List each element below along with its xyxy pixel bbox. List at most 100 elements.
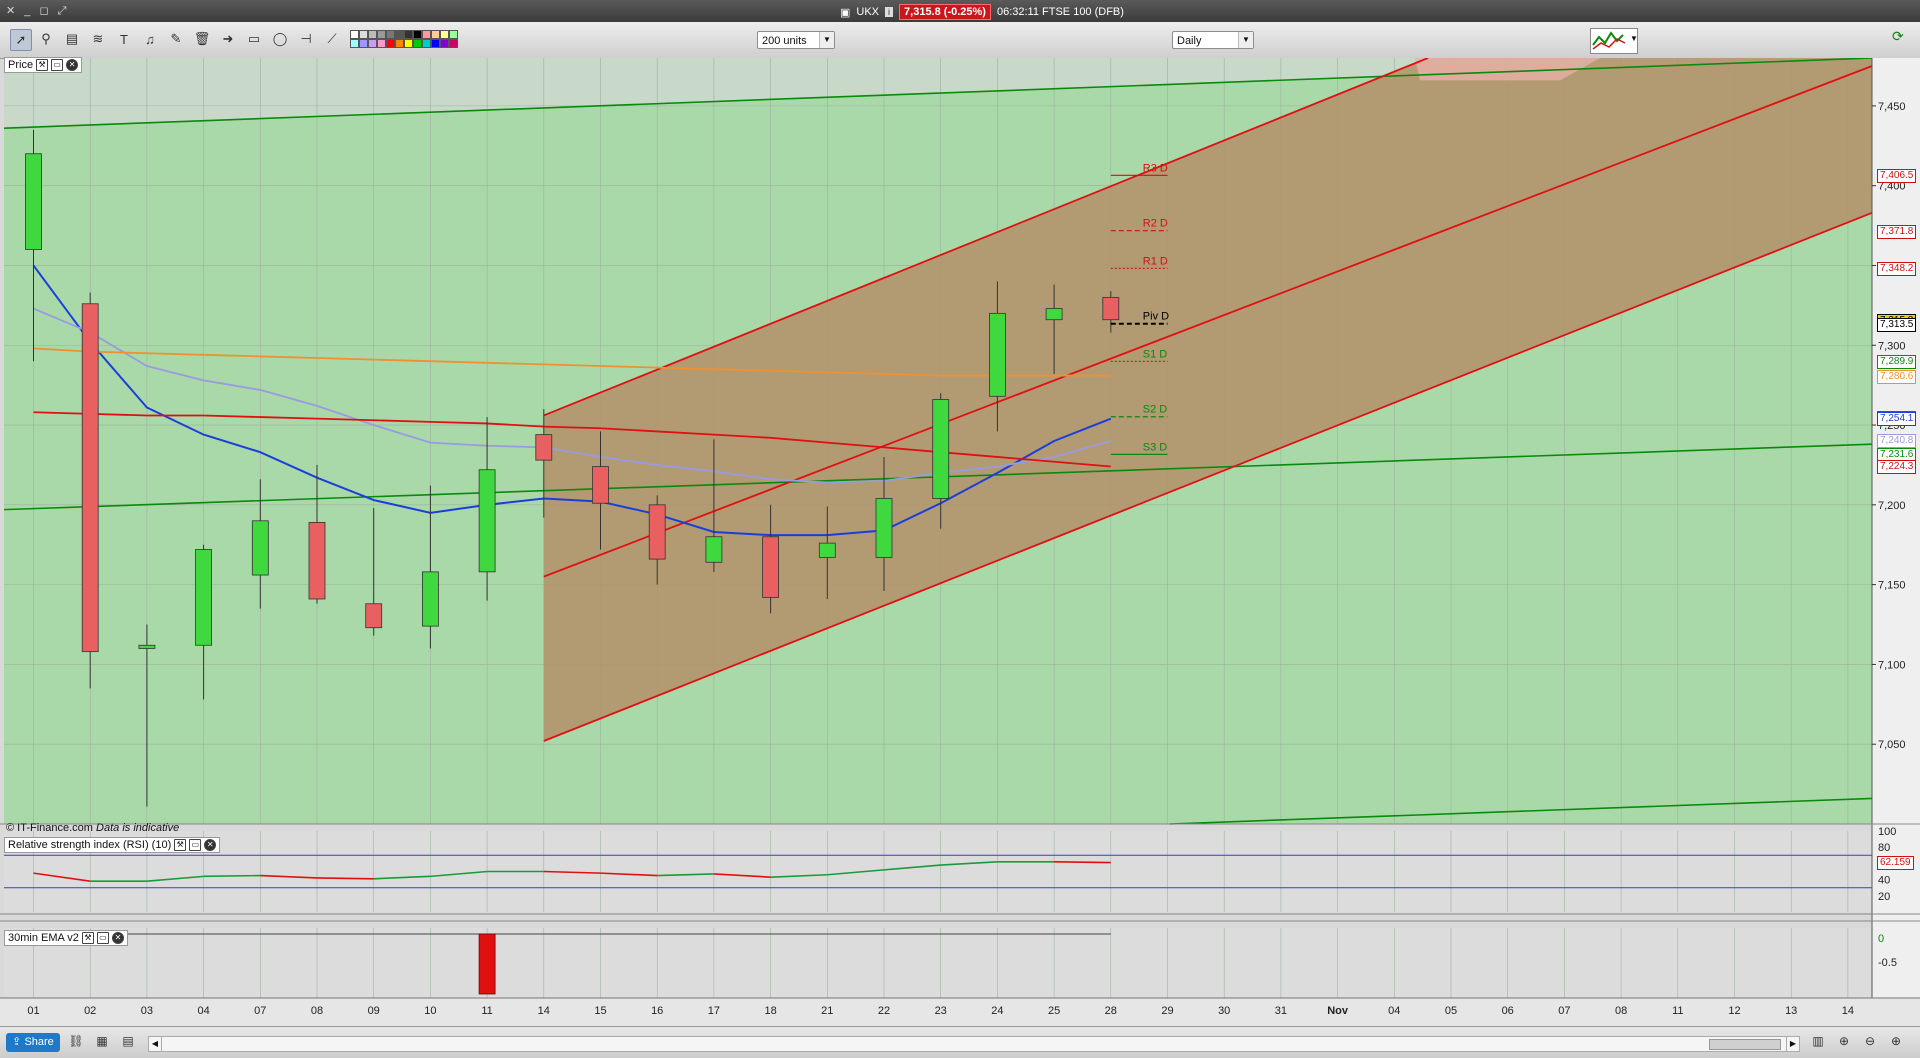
hammer-tool-icon[interactable]: ✎ xyxy=(166,29,186,49)
maximize-icon[interactable]: ▭ xyxy=(51,59,64,71)
chart-type-icon xyxy=(1592,31,1626,50)
color-swatch[interactable] xyxy=(368,39,377,48)
color-swatch[interactable] xyxy=(377,30,386,39)
price-panel-label: Price ⚒ ▭ ✕ xyxy=(4,57,83,73)
chevron-down-icon[interactable]: ▼ xyxy=(1630,34,1638,43)
color-swatch[interactable] xyxy=(368,30,377,39)
chart-svg[interactable]: R3 DR2 DR1 DPiv DS1 DS2 DS3 D7,4507,4007… xyxy=(0,57,1920,1026)
rsi-tick-label: 100 xyxy=(1878,826,1896,838)
units-select[interactable]: 200 units ▼ xyxy=(757,31,835,49)
refresh-icon[interactable]: ⟳ xyxy=(1892,28,1912,52)
time-axis-label: 04 xyxy=(197,1005,209,1017)
wrench-icon[interactable]: ⚒ xyxy=(81,932,94,944)
time-axis-label: 12 xyxy=(1728,1005,1740,1017)
price-axis-badge: 7,280.6 xyxy=(1877,370,1917,385)
up-candle xyxy=(25,153,42,250)
up-candle xyxy=(478,469,496,573)
color-swatch[interactable] xyxy=(395,39,404,48)
color-swatch[interactable] xyxy=(422,39,431,48)
color-swatch[interactable] xyxy=(422,30,431,39)
wrench-icon[interactable]: ⚒ xyxy=(36,59,49,71)
text-tool-icon[interactable]: T xyxy=(114,29,134,49)
share-button[interactable]: ⇪ Share xyxy=(6,1033,60,1052)
info-icon[interactable]: i xyxy=(885,7,894,17)
ema-panel-label: 30min EMA v2 ⚒ ▭ ✕ xyxy=(4,930,128,946)
color-swatch[interactable] xyxy=(449,30,458,39)
copyright-note: © IT-Finance.com Data is indicative xyxy=(6,822,179,834)
color-swatch[interactable] xyxy=(413,39,422,48)
indicative-text: Data is indicative xyxy=(96,822,180,834)
zoom-out-icon[interactable]: ⊖ xyxy=(1862,1033,1878,1049)
up-candle xyxy=(1045,308,1063,321)
time-axis-label: 02 xyxy=(84,1005,96,1017)
trash-icon[interactable]: 🗑 xyxy=(192,29,212,49)
close-icon[interactable]: ✕ xyxy=(204,839,217,851)
color-swatch[interactable] xyxy=(413,30,422,39)
scroll-left-icon[interactable]: ◀ xyxy=(149,1037,162,1051)
arrow-tool-icon[interactable]: ➜ xyxy=(218,29,238,49)
pointer-tool-icon[interactable]: ➚ xyxy=(10,29,32,51)
down-candle xyxy=(592,466,609,504)
ellipse-tool-icon[interactable]: ◯ xyxy=(270,29,290,49)
color-swatch[interactable] xyxy=(386,39,395,48)
zoom-tool-icon[interactable]: ⚲ xyxy=(36,29,56,49)
maximize-icon[interactable]: ▭ xyxy=(189,839,202,851)
scroll-right-icon[interactable]: ▶ xyxy=(1786,1037,1799,1051)
time-axis-label: Nov xyxy=(1327,1005,1349,1017)
pivot-label: Piv D xyxy=(1143,311,1169,323)
wrench-icon[interactable]: ⚒ xyxy=(174,839,187,851)
close-icon[interactable]: ✕ xyxy=(111,932,124,944)
bar-chart-icon[interactable]: ▥ xyxy=(1810,1033,1826,1049)
time-axis-label: 08 xyxy=(311,1005,323,1017)
up-candle xyxy=(195,549,213,646)
rectangle-tool-icon[interactable]: ▭ xyxy=(244,29,264,49)
up-candle xyxy=(989,312,1006,397)
alert-bell-icon[interactable]: ♫ xyxy=(140,29,160,49)
time-axis-label: 15 xyxy=(594,1005,606,1017)
up-candle xyxy=(932,399,950,499)
color-swatch[interactable] xyxy=(377,39,386,48)
fibonacci-tool-icon[interactable]: ▤ xyxy=(62,29,82,49)
close-icon[interactable]: ✕ xyxy=(66,59,79,71)
zoom-in-icon[interactable]: ⊕ xyxy=(1888,1033,1904,1049)
window-controls[interactable]: ✕ _ ◻ ⤢ xyxy=(6,4,69,18)
time-axis-label: 28 xyxy=(1105,1005,1117,1017)
time-axis-label: 07 xyxy=(1558,1005,1570,1017)
color-swatch[interactable] xyxy=(431,30,440,39)
up-candle xyxy=(421,571,439,627)
regression-tool-icon[interactable]: ≋ xyxy=(88,29,108,49)
price-tick-label: 7,300 xyxy=(1878,340,1906,352)
horizontal-line-tool-icon[interactable]: ⊣ xyxy=(296,29,316,49)
scroll-thumb[interactable] xyxy=(1709,1039,1781,1050)
table-icon[interactable]: ▤ xyxy=(120,1033,136,1049)
time-axis-label: 09 xyxy=(368,1005,380,1017)
time-axis-label: 23 xyxy=(935,1005,947,1017)
time-axis-label: 14 xyxy=(1842,1005,1854,1017)
color-swatch[interactable] xyxy=(359,30,368,39)
chart-area[interactable]: R3 D R2 D R1 D Piv D S1 D S2 D S3 D 7,450 7,400 7… xyxy=(0,57,1920,1026)
up-candle xyxy=(251,520,269,576)
color-swatch[interactable] xyxy=(440,39,449,48)
color-swatch[interactable] xyxy=(350,39,359,48)
color-swatch[interactable] xyxy=(386,30,395,39)
rsi-line-segment xyxy=(316,877,374,880)
color-swatch[interactable] xyxy=(440,30,449,39)
color-swatch[interactable] xyxy=(395,30,404,39)
color-swatch[interactable] xyxy=(350,30,359,39)
down-candle xyxy=(762,536,779,598)
pivot-label: R1 D xyxy=(1143,255,1168,267)
interval-select[interactable]: Daily ▼ xyxy=(1172,31,1254,49)
maximize-icon[interactable]: ▭ xyxy=(96,932,109,944)
trendline-tool-icon[interactable]: ⟋ xyxy=(322,29,342,49)
color-swatch[interactable] xyxy=(431,39,440,48)
color-swatch[interactable] xyxy=(404,39,413,48)
time-axis-label: 01 xyxy=(27,1005,39,1017)
time-scrollbar[interactable]: ◀ ▶ xyxy=(148,1036,1800,1052)
time-axis-bg xyxy=(0,998,1920,1026)
link-icon[interactable]: ⛓ xyxy=(68,1033,84,1049)
zoom-fit-icon[interactable]: ⊕ xyxy=(1836,1033,1852,1049)
color-swatch[interactable] xyxy=(359,39,368,48)
color-swatch[interactable] xyxy=(404,30,413,39)
grid-icon[interactable]: ▦ xyxy=(94,1033,110,1049)
color-swatch[interactable] xyxy=(449,39,458,48)
